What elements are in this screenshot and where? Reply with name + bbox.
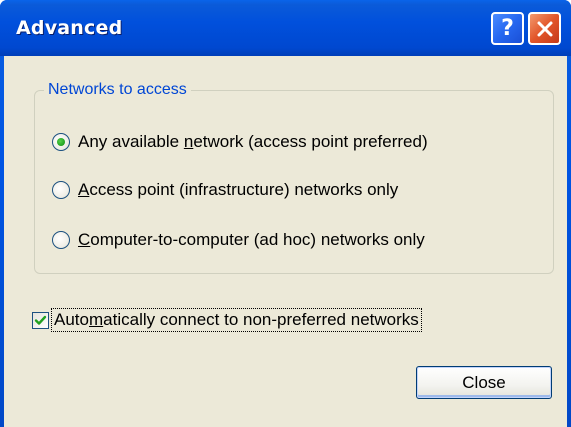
groupbox-legend: Networks to access (44, 81, 191, 99)
dialog-body: Networks to access Any available network… (4, 56, 567, 427)
close-button[interactable]: Close (416, 366, 552, 399)
help-icon: ? (501, 15, 514, 41)
radio-button-selected[interactable] (52, 133, 70, 151)
radio-label-access-point-only: Access point (infrastructure) networks o… (78, 180, 399, 199)
radio-any-network[interactable]: Any available network (access point pref… (52, 132, 428, 152)
checkmark-icon (34, 315, 47, 325)
auto-connect-checkbox[interactable] (32, 311, 49, 329)
title-close-button[interactable] (528, 12, 561, 45)
radio-label-any-network: Any available network (access point pref… (78, 132, 428, 151)
radio-access-point-only[interactable]: Access point (infrastructure) networks o… (52, 180, 398, 200)
advanced-dialog: Advanced ? Networks to access Any availa… (0, 0, 571, 427)
help-button[interactable]: ? (491, 12, 524, 45)
radio-label-ad-hoc-only: Computer-to-computer (ad hoc) networks o… (78, 230, 425, 249)
radio-button[interactable] (52, 181, 70, 199)
close-x-icon (536, 20, 554, 38)
radio-ad-hoc-only[interactable]: Computer-to-computer (ad hoc) networks o… (52, 230, 425, 250)
auto-connect-label: Automatically connect to non-preferred n… (51, 308, 422, 332)
auto-connect-option[interactable]: Automatically connect to non-preferred n… (32, 308, 422, 332)
window-title: Advanced (16, 17, 123, 39)
title-bar[interactable]: Advanced ? (0, 0, 571, 56)
radio-button[interactable] (52, 231, 70, 249)
